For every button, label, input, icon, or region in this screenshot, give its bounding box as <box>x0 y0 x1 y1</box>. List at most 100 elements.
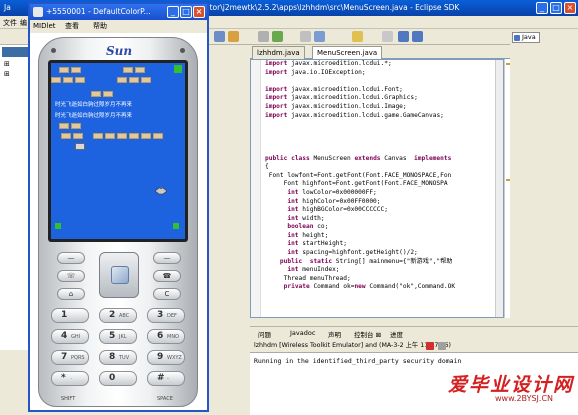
code-line[interactable]: Font highfont=Font.getFont(Font.FACE_MON… <box>265 180 503 189</box>
left-softkey[interactable]: — <box>57 252 85 264</box>
tab-menuscreen[interactable]: MenuScreen.java <box>312 46 383 59</box>
code-line[interactable]: int spacing=highfont.getHeight()/2; <box>265 249 503 258</box>
menu-midlet[interactable]: MIDlet <box>33 20 56 33</box>
call-button[interactable]: ☏ <box>57 270 85 282</box>
code-line[interactable] <box>265 137 503 146</box>
key-6[interactable]: 6 MNO <box>147 329 185 344</box>
tab-progress[interactable]: 进度 <box>390 329 403 339</box>
code-editor[interactable]: import javax.microedition.lcdui.*; import… <box>250 59 504 318</box>
toolbar-icon[interactable] <box>228 31 239 42</box>
code-line[interactable] <box>265 120 503 129</box>
code-line[interactable]: public static String[] mainmenu={"新游戏","… <box>265 258 503 267</box>
dpad[interactable] <box>99 252 139 298</box>
emulator-maximize-button[interactable]: □ <box>180 6 192 18</box>
code-line[interactable]: import javax.microedition.lcdui.Graphics… <box>265 94 503 103</box>
toolbar-icon[interactable] <box>382 31 393 42</box>
brick <box>129 77 139 83</box>
brick <box>135 67 145 73</box>
key-5[interactable]: 5 JKL <box>99 329 137 344</box>
emulator-minimize-button[interactable]: _ <box>167 6 179 18</box>
toolbar-icon[interactable] <box>314 31 325 42</box>
tab-lzhhdm[interactable]: lzhhdm.java <box>252 46 305 59</box>
clear-button[interactable]: C <box>153 288 181 300</box>
key-3[interactable]: 3 DEF <box>147 308 185 323</box>
code-line[interactable]: import javax.microedition.lcdui.game.Gam… <box>265 112 503 121</box>
right-softkey[interactable]: — <box>153 252 181 264</box>
emulator-title: +5550001 - DefaultColorP... <box>46 7 151 16</box>
green-tile <box>55 223 61 229</box>
menu-file[interactable]: 文件 <box>3 18 17 28</box>
toolbar-icon[interactable] <box>300 31 311 42</box>
code-line[interactable] <box>265 77 503 86</box>
brick-row <box>59 67 145 73</box>
brick <box>63 77 73 83</box>
key-number: # <box>157 373 165 383</box>
dpad-select-button[interactable] <box>111 266 129 284</box>
back-arrow-icon[interactable] <box>398 31 409 42</box>
car-sprite <box>75 143 85 150</box>
key-4[interactable]: 4 GHI <box>51 329 89 344</box>
brick <box>61 133 71 139</box>
key-7[interactable]: 7 PQRS <box>51 350 89 365</box>
menu-edit[interactable]: 编 <box>20 18 27 28</box>
code-line[interactable]: int width; <box>265 215 503 224</box>
brick <box>75 77 85 83</box>
game-screen[interactable]: 时光飞逝如白驹过隙岁月不再来 时光飞逝如白驹过隙岁月不再来 <box>51 63 185 239</box>
code-line[interactable]: public class MenuScreen extends Canvas i… <box>265 155 503 164</box>
maximize-button[interactable]: □ <box>550 2 562 14</box>
code-line[interactable]: { <box>265 163 503 172</box>
end-call-button[interactable]: ☎ <box>153 270 181 282</box>
close-button[interactable]: × <box>564 2 576 14</box>
forward-arrow-icon[interactable] <box>412 31 423 42</box>
key-1[interactable]: 1 <box>51 308 89 323</box>
key-hash[interactable]: # - <box>147 371 185 386</box>
code-line[interactable]: int highBGColor=0x00CCCCCC; <box>265 206 503 215</box>
code-line[interactable]: int lowColor=0x000000FF; <box>265 189 503 198</box>
editor-scrollbar[interactable] <box>495 60 503 317</box>
code-line[interactable]: boolean co; <box>265 223 503 232</box>
tab-javadoc[interactable]: Javadoc <box>290 329 315 337</box>
toolbar-icon[interactable] <box>272 31 283 42</box>
menu-help[interactable]: 帮助 <box>93 20 107 33</box>
code-line[interactable]: import javax.microedition.lcdui.*; <box>265 60 503 69</box>
green-tile <box>174 65 182 73</box>
key-8[interactable]: 8 TUV <box>99 350 137 365</box>
code-text[interactable]: import javax.microedition.lcdui.*; import… <box>265 60 503 292</box>
code-line[interactable]: import java.io.IOException; <box>265 69 503 78</box>
tab-console[interactable]: 控制台 ⊠ <box>354 329 381 339</box>
terminate-icon[interactable] <box>426 342 434 350</box>
key-2[interactable]: 2 ABC <box>99 308 137 323</box>
code-line[interactable]: int highColor=0x00FF0000; <box>265 198 503 207</box>
screen-text: 时光飞逝如白驹过隙岁月不再来 <box>55 102 133 108</box>
tab-problems[interactable]: 问题 <box>258 329 271 339</box>
tree-node[interactable]: ⊞ <box>4 70 10 78</box>
brick <box>73 133 83 139</box>
key-number: 5 <box>109 331 116 341</box>
code-line[interactable]: private Command ok=new Command("ok",Comm… <box>265 283 503 292</box>
toolbar-icon[interactable] <box>258 31 269 42</box>
tab-declaration[interactable]: 声明 <box>328 329 341 339</box>
code-line[interactable]: int startHeight; <box>265 240 503 249</box>
emulator-close-button[interactable]: × <box>193 6 205 18</box>
key-letters: WXYZ <box>167 355 182 361</box>
tree-node[interactable]: ⊞ <box>4 60 10 68</box>
key-star[interactable]: * · <box>51 371 89 386</box>
key-9[interactable]: 9 WXYZ <box>147 350 185 365</box>
code-line[interactable] <box>265 146 503 155</box>
home-button[interactable]: ⌂ <box>57 288 85 300</box>
menu-view[interactable]: 查看 <box>65 20 79 33</box>
toolbar-icon[interactable] <box>352 31 363 42</box>
remove-launch-icon[interactable] <box>438 342 446 350</box>
code-line[interactable]: int menuIndex; <box>265 266 503 275</box>
code-line[interactable] <box>265 129 503 138</box>
brick <box>117 77 127 83</box>
java-perspective-button[interactable]: Java <box>512 32 540 43</box>
code-line[interactable]: import javax.microedition.lcdui.Image; <box>265 103 503 112</box>
minimize-button[interactable]: _ <box>536 2 548 14</box>
code-line[interactable]: Font lowfont=Font.getFont(Font.FACE_MONO… <box>265 172 503 181</box>
key-0[interactable]: 0 <box>99 371 137 386</box>
toolbar-icon[interactable] <box>214 31 225 42</box>
explorer-tab[interactable] <box>2 47 28 57</box>
brick <box>91 91 101 97</box>
key-letters: PQRS <box>71 355 85 361</box>
